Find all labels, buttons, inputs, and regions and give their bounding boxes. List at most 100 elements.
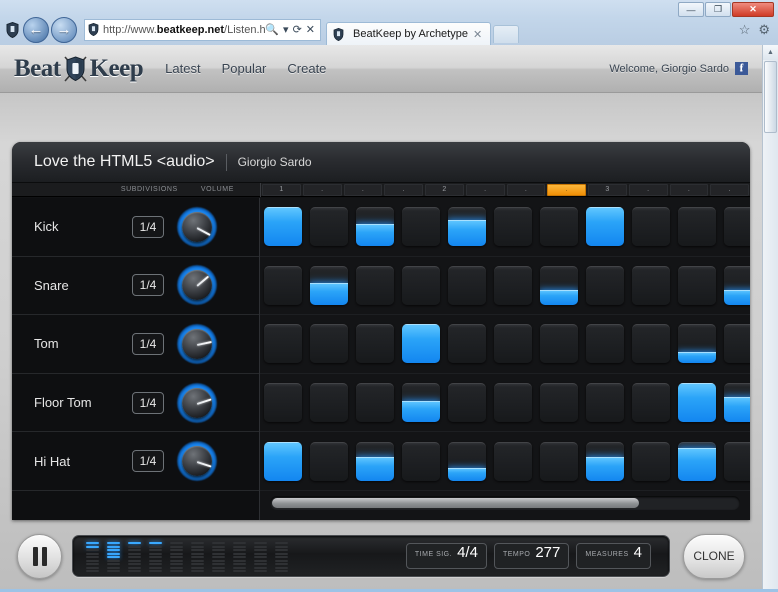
step-pad[interactable]	[494, 383, 532, 423]
beat-marker-12[interactable]: .	[710, 183, 749, 196]
step-pad[interactable]	[264, 324, 302, 364]
step-pad[interactable]	[724, 441, 750, 481]
step-pad[interactable]	[402, 265, 440, 305]
readout-time-sig[interactable]: TIME SIG. 4/4	[405, 543, 487, 569]
volume-knob[interactable]	[177, 323, 217, 364]
scrollbar-thumb[interactable]	[272, 498, 639, 508]
step-pad[interactable]	[632, 383, 670, 423]
step-pad[interactable]	[724, 207, 750, 247]
site-logo[interactable]: Beat Keep	[14, 54, 144, 84]
subdivision-field[interactable]: 1/4	[132, 332, 164, 355]
subdivision-field[interactable]: 1/4	[132, 450, 164, 473]
step-pad[interactable]	[448, 324, 486, 364]
step-pad[interactable]	[310, 324, 348, 364]
song-author[interactable]: Giorgio Sardo	[238, 155, 312, 169]
page-scrollbar[interactable]: ▲	[762, 45, 778, 592]
step-pad[interactable]	[494, 324, 532, 364]
step-pad[interactable]	[632, 441, 670, 481]
favorites-star-icon[interactable]: ☆	[739, 22, 751, 38]
tab-close-icon[interactable]: ✕	[473, 28, 482, 41]
address-bar[interactable]: http://www.beatkeep.net/Listen.htm?Id=14…	[84, 18, 321, 41]
stop-icon[interactable]: ✕	[306, 23, 315, 36]
step-pad[interactable]	[540, 265, 578, 305]
step-pad[interactable]	[678, 324, 716, 364]
step-pad[interactable]	[632, 207, 670, 247]
subdivision-field[interactable]: 1/4	[132, 274, 164, 297]
step-pad[interactable]	[586, 265, 624, 305]
volume-knob[interactable]	[177, 382, 217, 423]
step-pad[interactable]	[264, 265, 302, 305]
scroll-up-arrow-icon[interactable]: ▲	[763, 45, 778, 60]
tools-gear-icon[interactable]: ⚙	[758, 22, 770, 38]
step-pad[interactable]	[586, 441, 624, 481]
step-pad[interactable]	[402, 324, 440, 364]
step-grid[interactable]	[260, 198, 750, 520]
beat-marker-1[interactable]: 1	[262, 183, 301, 196]
address-text[interactable]: http://www.beatkeep.net/Listen.htm?Id=14…	[103, 24, 265, 36]
step-pad[interactable]	[356, 383, 394, 423]
step-pad[interactable]	[356, 207, 394, 247]
step-pad[interactable]	[448, 441, 486, 481]
step-pad[interactable]	[356, 265, 394, 305]
step-pad[interactable]	[678, 383, 716, 423]
beat-marker-7[interactable]: .	[506, 183, 546, 196]
step-pad[interactable]	[448, 265, 486, 305]
nav-item-create[interactable]: Create	[287, 61, 326, 76]
step-pad[interactable]	[310, 441, 348, 481]
volume-knob[interactable]	[177, 441, 217, 482]
step-pad[interactable]	[678, 441, 716, 481]
step-pad[interactable]	[310, 265, 348, 305]
subdivision-field[interactable]: 1/4	[132, 391, 164, 414]
step-pad[interactable]	[402, 441, 440, 481]
step-pad[interactable]	[356, 441, 394, 481]
step-pad[interactable]	[724, 383, 750, 423]
step-pad[interactable]	[540, 324, 578, 364]
step-pad[interactable]	[540, 383, 578, 423]
search-icon[interactable]: 🔍	[265, 23, 279, 36]
clone-button[interactable]: CLONE	[683, 533, 745, 579]
close-window-button[interactable]: ✕	[732, 2, 774, 17]
step-pad[interactable]	[402, 383, 440, 423]
step-pad[interactable]	[494, 265, 532, 305]
beat-marker-2[interactable]: .	[302, 183, 342, 196]
beat-marker-6[interactable]: .	[465, 183, 505, 196]
step-pad[interactable]	[448, 207, 486, 247]
beat-marker-11[interactable]: .	[669, 183, 709, 196]
step-pad[interactable]	[540, 207, 578, 247]
back-button[interactable]: ←	[23, 16, 49, 43]
step-pad[interactable]	[724, 324, 750, 364]
step-pad[interactable]	[678, 265, 716, 305]
new-tab-button[interactable]	[493, 25, 520, 43]
step-pad[interactable]	[586, 207, 624, 247]
refresh-icon[interactable]: ⟳	[293, 23, 302, 36]
grid-horizontal-scrollbar[interactable]	[270, 496, 740, 510]
step-pad[interactable]	[264, 207, 302, 247]
subdivision-field[interactable]: 1/4	[132, 215, 164, 238]
step-pad[interactable]	[724, 265, 750, 305]
beat-marker-3[interactable]: .	[343, 183, 383, 196]
volume-knob[interactable]	[177, 206, 217, 247]
page-scrollbar-thumb[interactable]	[764, 61, 777, 133]
step-pad[interactable]	[632, 324, 670, 364]
step-pad[interactable]	[494, 441, 532, 481]
volume-knob[interactable]	[177, 265, 217, 306]
beat-marker-10[interactable]: .	[628, 183, 668, 196]
chevron-down-icon[interactable]: ▾	[283, 23, 289, 36]
beat-marker-5[interactable]: 2	[425, 183, 464, 196]
beat-marker-4[interactable]: .	[384, 183, 423, 196]
nav-item-latest[interactable]: Latest	[165, 61, 200, 76]
maximize-button[interactable]: ❐	[705, 2, 731, 17]
beat-marker-8[interactable]: .	[547, 183, 586, 196]
pause-button[interactable]	[17, 533, 62, 579]
step-pad[interactable]	[264, 441, 302, 481]
forward-button[interactable]: →	[51, 16, 77, 43]
facebook-icon[interactable]: f	[735, 62, 748, 75]
readout-tempo[interactable]: TEMPO 277	[493, 543, 570, 569]
step-pad[interactable]	[678, 207, 716, 247]
step-pad[interactable]	[448, 383, 486, 423]
beat-marker-9[interactable]: 3	[588, 183, 627, 196]
minimize-button[interactable]: —	[678, 2, 704, 17]
step-pad[interactable]	[632, 265, 670, 305]
step-pad[interactable]	[402, 207, 440, 247]
nav-item-popular[interactable]: Popular	[222, 61, 267, 76]
